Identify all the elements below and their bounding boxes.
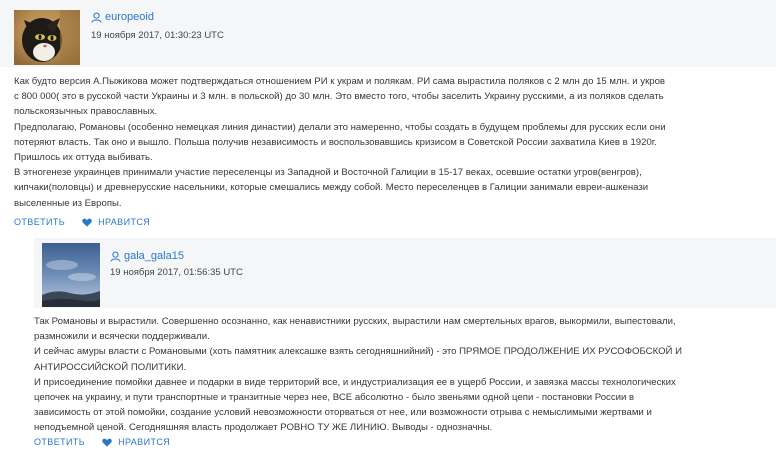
heart-icon — [102, 438, 112, 447]
like-button[interactable]: НРАВИТСЯ — [102, 437, 170, 447]
comment-line: В этногенезе украинцев принимали участие… — [14, 167, 642, 179]
comment-line: Предполагаю, Романовы (особенно немецкая… — [14, 121, 666, 133]
username-text[interactable]: europeoid — [105, 11, 154, 23]
reply-button[interactable]: ОТВЕТИТЬ — [14, 217, 65, 227]
comment-line: зависимость от этой помойки, создание ус… — [34, 407, 652, 419]
comment-line: выселенные из Европы. — [14, 197, 122, 209]
comment-line: размножили и всячески поддерживали. — [34, 331, 210, 343]
comment-header: gala_gala15 19 ноября 2017, 01:56:35 UTC — [34, 238, 776, 308]
comment-line: АНТИРОССИЙСКОЙ ПОЛИТИКИ. — [34, 361, 187, 373]
comment-actions: ОТВЕТИТЬ НРАВИТСЯ — [14, 217, 150, 227]
comment-line: Так Романовы и вырастили. Совершенно осо… — [34, 316, 676, 327]
comment-line: И сейчас амуры власти с Романовыми (хоть… — [34, 346, 683, 358]
user-icon — [91, 12, 102, 23]
comment-timestamp: 19 ноября 2017, 01:56:35 UTC — [110, 267, 243, 278]
comment-header: europeoid 19 ноября 2017, 01:30:23 UTC — [0, 0, 776, 67]
like-button[interactable]: НРАВИТСЯ — [82, 217, 150, 227]
comment-timestamp: 19 ноября 2017, 01:30:23 UTC — [91, 30, 224, 41]
comment-europeoid: europeoid 19 ноября 2017, 01:30:23 UTC К… — [0, 0, 776, 240]
comment-actions: ОТВЕТИТЬ НРАВИТСЯ — [34, 437, 170, 447]
comment-line: с 800 000( это в русской части Украины и… — [14, 91, 664, 103]
comment-line: цепочек на украину, и пути транспортные … — [34, 392, 635, 404]
comment-line: Пришлось их оттуда выбивать. — [14, 152, 153, 164]
comment-line: польскоязычных православных. — [14, 106, 158, 118]
cat-photo — [14, 10, 80, 65]
comment-line: кипчаки(половцы) и древнерусские насельн… — [14, 182, 649, 194]
reply-button[interactable]: ОТВЕТИТЬ — [34, 437, 85, 447]
comment-line: И присоединение помойки давнее и подарки… — [34, 376, 676, 388]
like-label[interactable]: НРАВИТСЯ — [118, 437, 170, 447]
comment-line: потеряют власть. Так оно и вышло. Польша… — [14, 136, 657, 148]
sky-photo — [42, 243, 100, 307]
avatar[interactable] — [14, 10, 80, 65]
comment-body: Так Романовы и вырастили. Совершенно осо… — [34, 314, 764, 436]
user-icon — [110, 251, 121, 262]
comment-line: неподъемной ценой. Сегодняшняя власть пр… — [34, 422, 493, 434]
username-link[interactable]: europeoid — [91, 11, 154, 23]
comment-body: Как будто версия А.Пыжикова может подтве… — [14, 74, 768, 211]
username-text[interactable]: gala_gala15 — [124, 250, 184, 262]
heart-icon — [82, 218, 92, 227]
avatar[interactable] — [42, 243, 100, 307]
like-label[interactable]: НРАВИТСЯ — [98, 217, 150, 227]
comment-line: Как будто версия А.Пыжикова может подтве… — [14, 76, 666, 87]
comment-gala-gala15: gala_gala15 19 ноября 2017, 01:56:35 UTC… — [34, 238, 776, 460]
username-link[interactable]: gala_gala15 — [110, 250, 184, 262]
